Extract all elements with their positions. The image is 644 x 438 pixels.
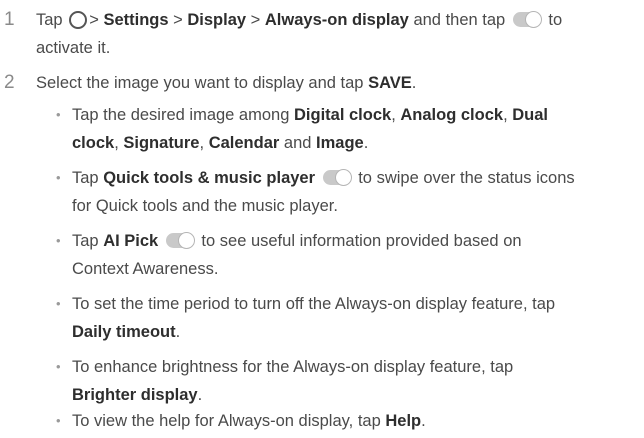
bullet-dot: • — [56, 107, 61, 122]
bullet-dot: • — [56, 296, 61, 311]
step-1: 1 Tap > Settings > Display > Always-on d… — [0, 6, 640, 62]
save-label: SAVE — [368, 74, 412, 92]
bullet-item-quick-tools: • Tap Quick tools & music player to swip… — [36, 164, 640, 220]
bullet-item-ai-pick: • Tap AI Pick to see useful information … — [36, 227, 640, 283]
bullet-item-daily-timeout: • To set the time period to turn off the… — [36, 290, 640, 346]
bullet-dot: • — [56, 359, 61, 374]
step-number: 1 — [4, 9, 15, 30]
settings-label: Settings — [103, 11, 169, 29]
bullet-item-image-types: • Tap the desired image among Digital cl… — [36, 101, 640, 157]
always-on-display-label: Always-on display — [264, 11, 409, 29]
bullet-dot: • — [56, 413, 61, 428]
bullet-item-help: • To view the help for Always-on display… — [36, 407, 640, 435]
bullet-dot: • — [56, 170, 61, 185]
step-1-text: Tap > Settings > Display > Always-on dis… — [36, 11, 563, 57]
step-2: 2 Select the image you want to display a… — [0, 69, 640, 97]
step-number: 2 — [4, 72, 15, 93]
bullet-item-brighter-display: • To enhance brightness for the Always-o… — [36, 353, 640, 409]
bullet-dot: • — [56, 233, 61, 248]
toggle-switch-icon — [512, 11, 542, 28]
toggle-switch-icon — [165, 232, 195, 249]
home-circle-icon — [69, 11, 88, 29]
step-2-text: Select the image you want to display and… — [36, 74, 417, 92]
display-label: Display — [187, 11, 247, 29]
toggle-switch-icon — [322, 169, 352, 186]
